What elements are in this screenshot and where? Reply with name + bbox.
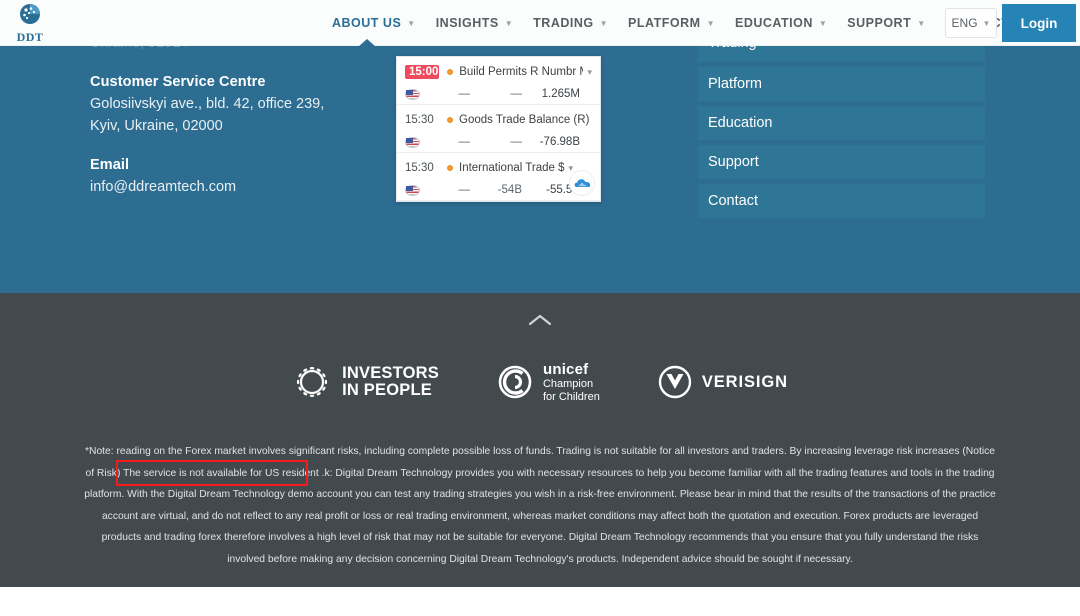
badge-line-1: INVESTORS [342, 364, 439, 382]
nav-label: TRADING [533, 16, 594, 30]
badge-line-1: VERISIGN [701, 372, 788, 391]
customer-service-heading: Customer Service Centre [90, 74, 266, 90]
verisign-check-icon [658, 365, 692, 399]
impact-dot-icon [447, 117, 453, 123]
main-navigation: ABOUT US ▼ INSIGHTS ▼ TRADING ▼ PLATFORM… [322, 0, 1019, 47]
impact-dot-icon [447, 69, 454, 75]
customer-service-address: Golosiivskyi ave., bld. 42, office 239, … [90, 96, 325, 134]
economic-calendar-widget[interactable]: 15:00 Build Permits R Numbr MM ▾ — — 1.2… [396, 56, 601, 202]
chevron-down-icon: ▼ [407, 18, 416, 28]
badge-line-2: IN PEOPLE [342, 381, 432, 399]
event-title: Goods Trade Balance (R) [459, 114, 590, 126]
chevron-down-icon: ▼ [917, 18, 926, 28]
ddt-logo[interactable]: DDT [8, 3, 52, 45]
event-forecast: -54B [497, 184, 522, 196]
event-forecast: — [510, 88, 523, 100]
nav-label: EDUCATION [734, 16, 813, 30]
nav-item-trading[interactable]: TRADING ▼ [523, 0, 618, 46]
sitemap-item-support[interactable]: Support [698, 145, 985, 179]
language-selector[interactable]: ENG ▼ [945, 8, 997, 38]
nav-label: SUPPORT [847, 16, 912, 30]
nav-label: PLATFORM [628, 16, 701, 30]
language-value: ENG [951, 16, 978, 30]
sitemap-item-contact[interactable]: Contact [698, 184, 985, 218]
sitemap-menu: Trading Platform Education Support Conta… [698, 36, 985, 223]
nav-item-support[interactable]: SUPPORT ▼ [837, 0, 935, 46]
chevron-down-icon[interactable]: ▾ [569, 163, 574, 174]
event-actual: — [458, 136, 471, 148]
us-flag-icon [405, 88, 420, 100]
badge-line-1: unicef [542, 361, 589, 378]
event-actual: — [458, 88, 471, 100]
certification-badges: INVESTORS IN PEOPLE unicef Champion for … [0, 361, 1080, 403]
event-forecast: — [510, 136, 523, 148]
badge-line-3: for Children [542, 390, 600, 403]
sitemap-item-education[interactable]: Education [698, 106, 985, 140]
event-previous: 1.265M [541, 88, 580, 100]
sitemap-item-platform[interactable]: Platform [698, 67, 985, 101]
chevron-down-icon: ▼ [982, 18, 991, 28]
badge-verisign: VERISIGN [658, 365, 788, 399]
laurel-wreath-icon [297, 367, 328, 397]
us-flag-icon [405, 136, 420, 148]
nav-item-platform[interactable]: PLATFORM ▼ [618, 0, 725, 46]
nav-label: ABOUT US [332, 16, 402, 30]
chevron-down-icon[interactable]: ▾ [587, 67, 592, 78]
event-actual: — [458, 184, 471, 196]
nav-item-insights[interactable]: INSIGHTS ▼ [426, 0, 523, 46]
risk-disclaimer: *Note: reading on the Forex market invol… [84, 446, 996, 565]
badge-line-2: Champion [542, 378, 594, 390]
event-previous: -76.98B [539, 136, 580, 148]
page-root: Bolsunovska St., Kiev, Kyiv City, Ukrain… [0, 0, 1080, 616]
badge-unicef: unicef Champion for Children [497, 361, 600, 403]
event-time-live: 15:00 [405, 65, 440, 79]
chevron-down-icon: ▼ [504, 18, 514, 28]
nav-label: INSIGHTS [435, 16, 499, 30]
event-time: 15:30 [405, 114, 434, 126]
login-button[interactable]: Login [1002, 4, 1076, 42]
site-footer: INVESTORS IN PEOPLE unicef Champion for … [0, 293, 1080, 587]
email-heading: Email [90, 157, 130, 173]
calendar-row[interactable]: 15:00 Build Permits R Numbr MM ▾ — — 1.2… [397, 57, 600, 105]
event-title: International Trade $ [459, 162, 565, 174]
chevron-up-icon [528, 314, 552, 326]
event-time: 15:30 [405, 162, 434, 174]
us-flag-icon [405, 184, 420, 196]
event-title: Build Permits R Numbr MM [459, 66, 583, 78]
chevron-down-icon: ▼ [599, 18, 609, 28]
impact-dot-icon [447, 165, 453, 171]
globe-icon [20, 4, 40, 24]
site-header: DDT ABOUT US ▼ INSIGHTS ▼ TRADING ▼ PLAT… [0, 0, 1080, 47]
active-indicator [357, 39, 376, 47]
chevron-down-icon: ▼ [818, 18, 828, 28]
chevron-down-icon: ▼ [706, 18, 715, 28]
unicef-logo-icon [498, 365, 532, 399]
nav-item-education[interactable]: EDUCATION ▼ [725, 0, 837, 46]
calendar-row[interactable]: 15:30 Goods Trade Balance (R) — — -76.98… [397, 105, 600, 153]
scroll-to-top-button[interactable] [0, 313, 1080, 332]
nav-item-about-us[interactable]: ABOUT US ▼ [322, 0, 426, 47]
badge-investors-in-people: INVESTORS IN PEOPLE [292, 362, 439, 402]
email-address[interactable]: info@ddreamtech.com [90, 177, 350, 199]
tradingview-cloud-icon[interactable] [569, 170, 595, 196]
logo-text: DDT [16, 30, 44, 44]
